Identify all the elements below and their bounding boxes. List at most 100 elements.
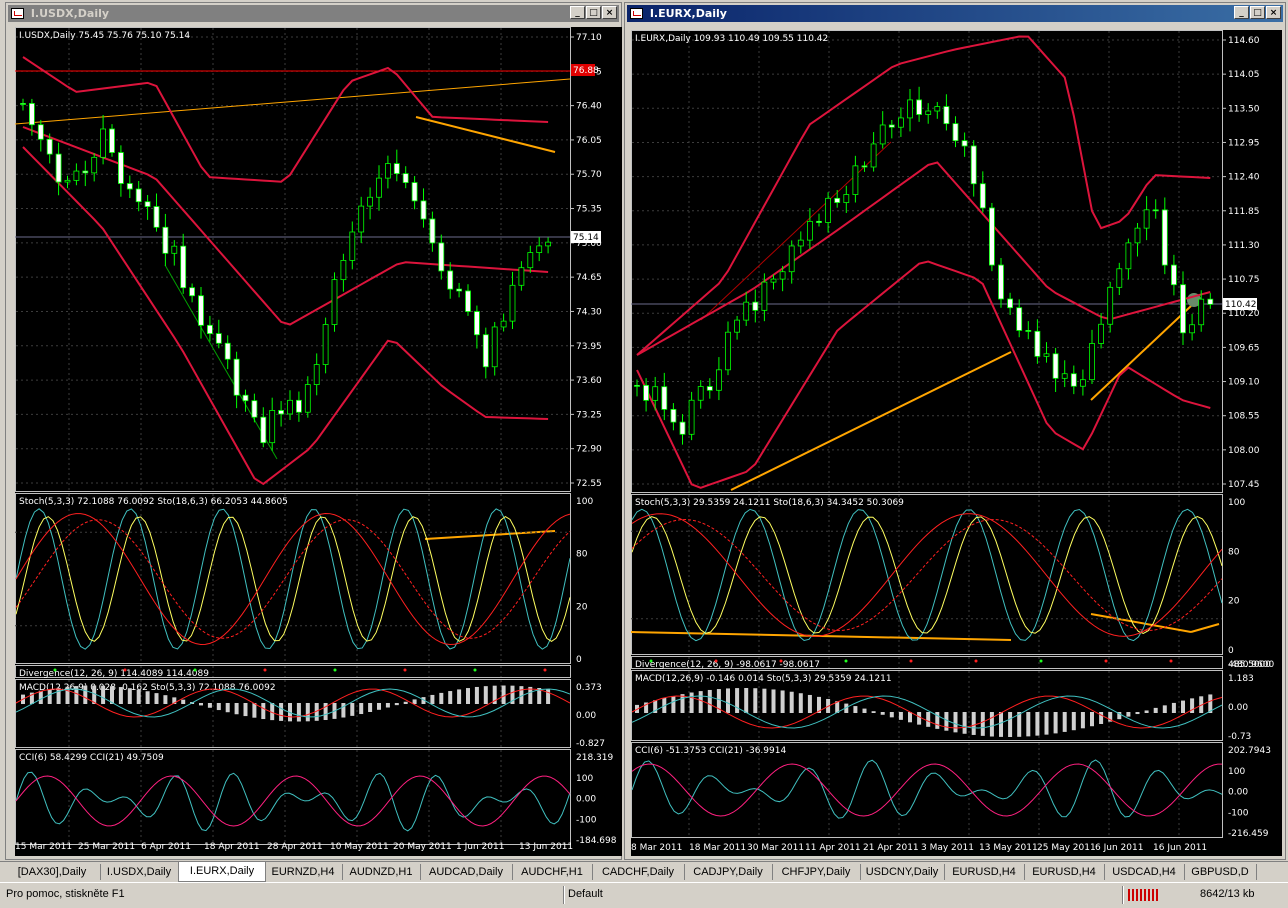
candle [1043, 353, 1050, 357]
macd-histogram-bar [953, 712, 958, 733]
candle [643, 384, 650, 401]
divergence-marker [53, 668, 57, 672]
pane-border [631, 494, 1223, 655]
macd-histogram-bar [501, 685, 506, 704]
minimize-button[interactable]: _ [570, 6, 585, 19]
candle [1052, 353, 1059, 379]
bollinger-lower [22, 146, 549, 486]
macd-histogram-bar [999, 712, 1003, 737]
cci-scale-label: -100 [576, 815, 597, 825]
tab-chfjpy-daily[interactable]: CHFJPY,Daily [772, 864, 861, 880]
pane-border [15, 493, 571, 664]
tab-audchf-h1[interactable]: AUDCHF,H1 [512, 864, 593, 880]
status-traffic: 8642/13 kb [1200, 888, 1255, 900]
close-button[interactable]: × [602, 6, 617, 19]
tab-usdcad-h4[interactable]: USDCAD,H4 [1104, 864, 1185, 880]
candle [322, 324, 329, 365]
maximize-button[interactable]: □ [586, 6, 601, 19]
macd-histogram-bar [145, 691, 150, 704]
cci-scale-label: 202.7943 [1228, 746, 1271, 756]
tab-i-usdx-daily[interactable]: I.USDX,Daily [100, 864, 179, 880]
date-axis-label: 8 Mar 2011 [631, 843, 682, 853]
macd-histogram-bar [908, 712, 912, 723]
tab-usdcny-daily[interactable]: USDCNY,Daily [860, 864, 945, 880]
tab-eurusd-h4[interactable]: EURUSD,H4 [944, 864, 1025, 880]
candle [1161, 209, 1168, 266]
macd-histogram-bar [1062, 712, 1067, 732]
usdx-titlebar[interactable]: I.USDX,Daily _ □ × [8, 5, 619, 22]
eurx-chart[interactable]: 114.60 114.05 113.50 112.95 112.40 111.85 111.… [631, 30, 1282, 856]
macd-histogram-bar [296, 703, 301, 722]
macd-histogram-bar [181, 699, 186, 704]
tab-eurusd-h4[interactable]: EURUSD,H4 [1024, 864, 1105, 880]
tab-gbpusd-d[interactable]: GBPUSD,D [1184, 864, 1257, 880]
tab-audcad-daily[interactable]: AUDCAD,Daily [420, 864, 513, 880]
candle [189, 287, 196, 297]
macd-histogram-bar [726, 688, 730, 713]
macd-histogram-bar [154, 693, 159, 704]
date-axis-label: 6 Apr 2011 [141, 842, 191, 852]
divergence-marker [714, 659, 718, 663]
date-axis-label: 18 Mar 2011 [689, 843, 746, 853]
trendline [1090, 613, 1192, 633]
candle [295, 399, 302, 413]
price-scale-label: 72.55 [576, 479, 602, 489]
macd-histogram-bar [118, 687, 123, 704]
candle [438, 242, 445, 272]
price-scale-label: 72.90 [576, 445, 602, 455]
candle [1089, 343, 1095, 381]
macd-histogram-bar [350, 703, 355, 716]
tab-eurnzd-h4[interactable]: EURNZD,H4 [264, 864, 343, 880]
minimize-button[interactable]: _ [1234, 6, 1249, 19]
stoch-scale-label: 100 [576, 497, 593, 507]
price-scale-label: 109.65 [1228, 343, 1260, 353]
connection-bars-icon [1128, 889, 1158, 901]
candle [37, 124, 44, 140]
macd-histogram-bar [871, 711, 876, 713]
macd-histogram-bar [1135, 712, 1140, 715]
tab-cadchf-daily[interactable]: CADCHF,Daily [592, 864, 685, 880]
divergence-scale-label: -480.9600 [1228, 660, 1274, 670]
price-scale-label: 112.95 [1228, 138, 1260, 148]
macd-histogram-bar [243, 703, 248, 717]
candle [28, 103, 35, 126]
macd-histogram-bar [1171, 702, 1176, 713]
candle [825, 197, 832, 223]
macd-histogram-bar [962, 712, 967, 734]
macd-histogram-bar [279, 703, 284, 721]
last-price-marker-label: 110.42 [1225, 300, 1257, 310]
maximize-button[interactable]: □ [1250, 6, 1265, 19]
price-scale-label: 114.60 [1228, 36, 1260, 46]
candle [144, 201, 151, 207]
macd-histogram-bar [1071, 712, 1076, 731]
bollinger-lower [636, 260, 1211, 489]
macd-scale-label: -0.73 [1228, 732, 1251, 742]
usdx-window[interactable]: I.USDX,Daily _□× 77.1076.7576.4076.0575.… [5, 2, 622, 860]
cci-header: CCI(6) -51.3753 CCI(21) -36.9914 [635, 746, 786, 756]
macd-histogram-bar [38, 690, 43, 704]
date-axis-label: 3 May 2011 [921, 843, 974, 853]
candle [679, 421, 686, 435]
price-scale-label: 74.65 [576, 273, 602, 283]
macd-histogram-bar [862, 708, 867, 713]
channel-line [700, 141, 892, 321]
candle [100, 128, 106, 158]
eurx-titlebar[interactable]: I.EURX,Daily _ □ × [627, 5, 1283, 22]
close-button[interactable]: × [1266, 6, 1281, 19]
macd-histogram-bar [457, 689, 462, 704]
tab-cadjpy-daily[interactable]: CADJPY,Daily [684, 864, 773, 880]
date-axis-label: 16 Jun 2011 [1153, 843, 1207, 853]
macd-histogram-bar [1044, 712, 1049, 735]
candle [1079, 379, 1086, 387]
candle [988, 207, 995, 266]
candle [269, 410, 276, 444]
candle [545, 241, 551, 247]
tab-dax30-daily[interactable]: [DAX30],Daily [4, 864, 101, 880]
tab-audnzd-h1[interactable]: AUDNZD,H1 [342, 864, 421, 880]
tab-i-eurx-daily[interactable]: I.EURX,Daily [178, 862, 266, 882]
stoch-slow-signal [15, 519, 571, 639]
last-price-marker-label: 75.14 [573, 233, 599, 243]
candle [761, 281, 768, 311]
eurx-window[interactable]: I.EURX,Daily _ □ × 114.60 114.05 113.50 112.9… [624, 2, 1286, 860]
usdx-chart[interactable]: 77.1076.7576.4076.0575.7075.3575.0074.65… [15, 27, 622, 856]
